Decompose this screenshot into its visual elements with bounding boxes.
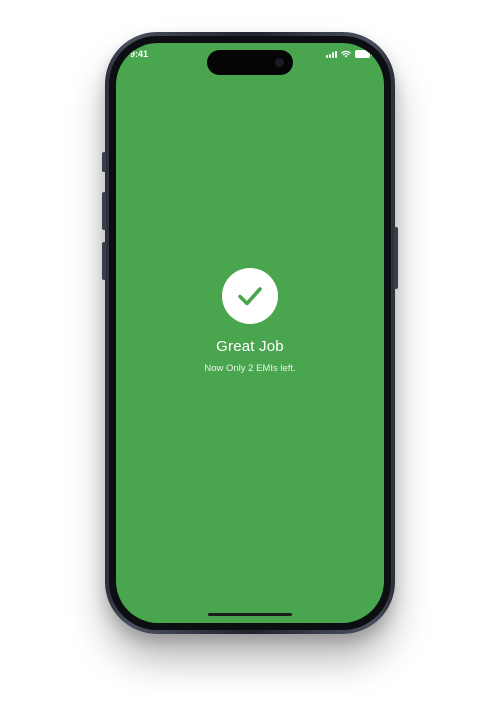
success-title: Great Job — [216, 338, 284, 355]
app-screen: 9:41 Great Job Now Only 2 EMIs left. — [116, 43, 384, 623]
phone-frame: 9:41 Great Job Now Only 2 EMIs left. — [102, 32, 398, 634]
volume-up-button — [102, 192, 106, 230]
battery-icon — [355, 50, 372, 58]
signal-icon — [326, 50, 337, 58]
mockup-stage: 9:41 Great Job Now Only 2 EMIs left. — [0, 0, 500, 707]
dynamic-island — [207, 50, 293, 75]
status-icons — [326, 50, 372, 58]
wifi-icon — [341, 50, 351, 58]
action-button — [102, 152, 106, 172]
power-button — [394, 227, 398, 289]
checkmark-icon — [238, 287, 262, 306]
success-panel: Great Job Now Only 2 EMIs left. — [116, 268, 384, 374]
success-subtitle: Now Only 2 EMIs left. — [204, 363, 296, 374]
volume-down-button — [102, 242, 106, 280]
camera-icon — [275, 58, 284, 67]
success-badge — [222, 268, 278, 324]
home-indicator[interactable] — [208, 613, 292, 616]
status-time: 9:41 — [130, 49, 149, 59]
